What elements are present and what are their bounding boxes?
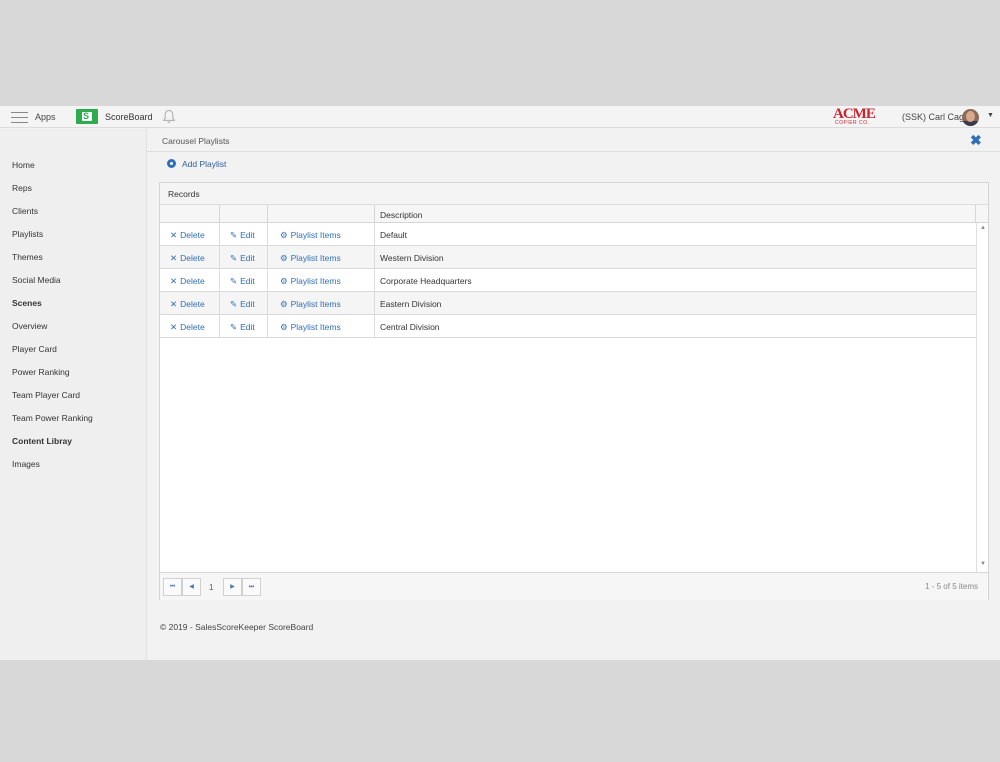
app-window: Apps S ScoreBoard ACME COPIER CO. (SSK) …: [0, 106, 1000, 660]
brand-label[interactable]: ScoreBoard: [105, 112, 153, 122]
table-row: ✕ Delete ✎ Edit ⚙ Playlist Items Central Di…: [160, 315, 976, 338]
sidebar-item-player-card[interactable]: Player Card: [12, 344, 57, 354]
footer-text: © 2019 - SalesScoreKeeper ScoreBoard: [160, 622, 314, 632]
delete-button[interactable]: ✕ Delete: [170, 299, 205, 310]
current-page-number: 1: [209, 583, 214, 592]
playlist-items-button[interactable]: ⚙ Playlist Items: [280, 322, 341, 333]
gear-icon: ⚙: [280, 230, 288, 240]
table-row: ✕ Delete ✎ Edit ⚙ Playlist Items Western Di…: [160, 246, 976, 269]
scroll-down-icon[interactable]: ▼: [980, 561, 986, 567]
close-icon: ✕: [170, 253, 178, 263]
pencil-icon: ✎: [230, 276, 238, 286]
table-row: ✕ Delete ✎ Edit ⚙ Playlist Items Eastern Di…: [160, 292, 976, 315]
row-description: Western Division: [380, 253, 444, 263]
sidebar-item-images[interactable]: Images: [12, 459, 40, 469]
gear-icon: ⚙: [280, 299, 288, 309]
chevron-down-icon[interactable]: ▼: [987, 112, 994, 119]
close-icon: ✕: [170, 276, 178, 286]
hamburger-menu-icon[interactable]: [11, 112, 28, 123]
pencil-icon: ✎: [230, 299, 238, 309]
add-circle-icon: [167, 159, 176, 168]
playlist-items-button[interactable]: ⚙ Playlist Items: [280, 276, 341, 287]
sidebar-header-content-library: Content Libray: [12, 436, 72, 446]
edit-button[interactable]: ✎ Edit: [230, 322, 255, 333]
row-description: Eastern Division: [380, 299, 442, 309]
user-name[interactable]: (SSK) Carl Cage: [902, 112, 969, 122]
page-title: Carousel Playlists: [162, 136, 230, 146]
delete-button[interactable]: ✕ Delete: [170, 253, 205, 264]
pager: ⏮ ◀ 1 ▶ ⏭ 1 - 5 of 5 items: [160, 572, 988, 600]
column-header-delete: [160, 205, 220, 223]
top-bar: Apps S ScoreBoard ACME COPIER CO. (SSK) …: [0, 106, 1000, 128]
pencil-icon: ✎: [230, 322, 238, 332]
gear-icon: ⚙: [280, 253, 288, 263]
row-description: Default: [380, 230, 407, 240]
column-header-edit: [220, 205, 268, 223]
company-logo: ACME COPIER CO.: [833, 107, 881, 126]
add-playlist-label: Add Playlist: [182, 159, 227, 169]
breadcrumb: Carousel Playlists ✖: [147, 129, 1000, 152]
sidebar-item-playlists[interactable]: Playlists: [12, 229, 43, 239]
gear-icon: ⚙: [280, 322, 288, 332]
pencil-icon: ✎: [230, 253, 238, 263]
prev-page-icon[interactable]: ◀: [182, 578, 201, 596]
apps-label[interactable]: Apps: [35, 112, 56, 122]
table-header: Description: [160, 205, 988, 223]
sidebar-item-power-ranking[interactable]: Power Ranking: [12, 367, 70, 377]
row-description: Central Division: [380, 322, 440, 332]
sidebar-item-overview[interactable]: Overview: [12, 321, 47, 331]
column-header-description[interactable]: Description: [375, 205, 976, 223]
first-page-icon[interactable]: ⏮: [163, 578, 182, 596]
edit-button[interactable]: ✎ Edit: [230, 253, 255, 264]
sidebar-item-home[interactable]: Home: [12, 160, 35, 170]
delete-button[interactable]: ✕ Delete: [170, 276, 205, 287]
close-icon: ✕: [170, 322, 178, 332]
delete-button[interactable]: ✕ Delete: [170, 322, 205, 333]
sidebar-header-scenes: Scenes: [12, 298, 42, 308]
sidebar: Home Reps Clients Playlists Themes Socia…: [0, 129, 147, 660]
table-row: ✕ Delete ✎ Edit ⚙ Playlist Items Default: [160, 223, 976, 246]
table-scrollbar[interactable]: ▲ ▼: [976, 223, 988, 572]
playlist-items-button[interactable]: ⚙ Playlist Items: [280, 230, 341, 241]
sidebar-item-team-power-ranking[interactable]: Team Power Ranking: [12, 413, 93, 423]
table-row: ✕ Delete ✎ Edit ⚙ Playlist Items Corporate …: [160, 269, 976, 292]
sidebar-item-social-media[interactable]: Social Media: [12, 275, 61, 285]
next-page-icon[interactable]: ▶: [223, 578, 242, 596]
close-icon[interactable]: ✖: [970, 132, 982, 149]
records-panel: Records Description ✕ Delete ✎ Edit ⚙ Playl…: [159, 182, 989, 600]
delete-button[interactable]: ✕ Delete: [170, 230, 205, 241]
records-title: Records: [168, 189, 200, 199]
edit-button[interactable]: ✎ Edit: [230, 299, 255, 310]
gear-icon: ⚙: [280, 276, 288, 286]
sidebar-item-themes[interactable]: Themes: [12, 252, 43, 262]
pager-info: 1 - 5 of 5 items: [925, 582, 978, 591]
notification-bell-icon[interactable]: [162, 109, 176, 124]
scoreboard-logo-icon[interactable]: S: [76, 109, 98, 124]
panel-title: Records: [160, 183, 988, 205]
sidebar-item-clients[interactable]: Clients: [12, 206, 38, 216]
scroll-up-icon[interactable]: ▲: [980, 225, 986, 231]
edit-button[interactable]: ✎ Edit: [230, 276, 255, 287]
main-content: Carousel Playlists ✖ Add Playlist Record…: [147, 129, 1000, 660]
column-header-items: [268, 205, 375, 223]
avatar[interactable]: [962, 109, 979, 126]
close-icon: ✕: [170, 299, 178, 309]
edit-button[interactable]: ✎ Edit: [230, 230, 255, 241]
sidebar-item-reps[interactable]: Reps: [12, 183, 32, 193]
playlist-items-button[interactable]: ⚙ Playlist Items: [280, 299, 341, 310]
description-header-label: Description: [380, 210, 423, 220]
close-icon: ✕: [170, 230, 178, 240]
last-page-icon[interactable]: ⏭: [242, 578, 261, 596]
pencil-icon: ✎: [230, 230, 238, 240]
sidebar-item-team-player-card[interactable]: Team Player Card: [12, 390, 80, 400]
playlist-items-button[interactable]: ⚙ Playlist Items: [280, 253, 341, 264]
row-description: Corporate Headquarters: [380, 276, 472, 286]
